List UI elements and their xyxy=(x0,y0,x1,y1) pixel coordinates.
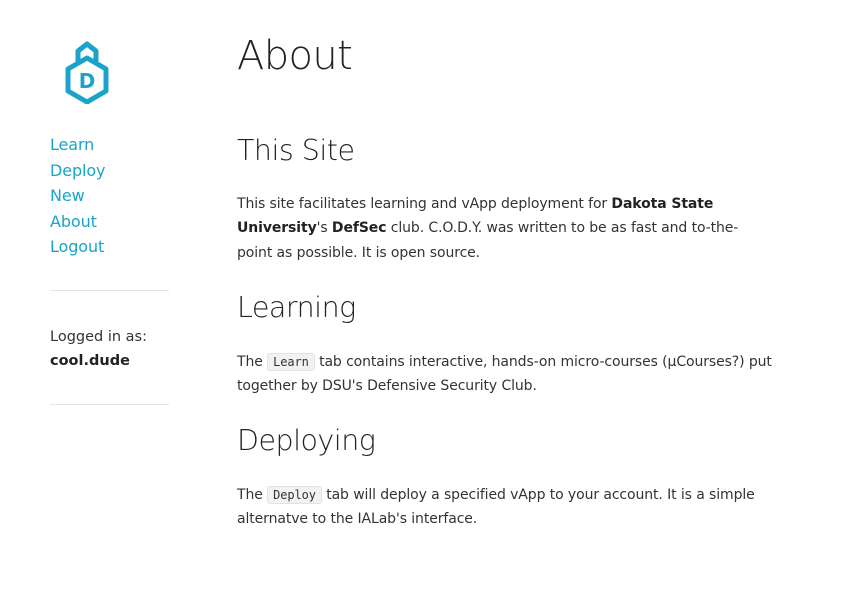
sidebar-item-logout: Logout xyxy=(50,236,105,262)
page: D Learn Deploy New About Logout Logged i… xyxy=(0,0,842,589)
section-heading-this-site: This Site xyxy=(237,134,355,167)
code-learn: Learn xyxy=(267,353,315,371)
dsu-shield-logo-icon[interactable]: D xyxy=(64,38,110,104)
text-fragment: The xyxy=(237,354,268,370)
code-deploy: Deploy xyxy=(267,486,322,504)
nav-link-about[interactable]: About xyxy=(50,212,97,231)
bold-club-name: DefSec xyxy=(331,220,387,237)
section-text-deploying: The Deploy tab will deploy a specified v… xyxy=(237,483,772,532)
sidebar-item-deploy: Deploy xyxy=(50,160,106,186)
logged-in-username: cool.dude xyxy=(50,353,130,369)
text-fragment: 's xyxy=(316,220,332,237)
text-fragment: The xyxy=(237,487,268,503)
text-fragment: This site facilitates learning and vApp … xyxy=(237,196,612,212)
text-fragment: tab contains interactive, hands-on micro… xyxy=(237,354,772,395)
sidebar-nav: Learn Deploy New About Logout xyxy=(50,134,106,262)
logo-letter: D xyxy=(79,69,96,93)
nav-link-deploy[interactable]: Deploy xyxy=(50,161,106,180)
nav-link-new[interactable]: New xyxy=(50,186,85,205)
sidebar-divider-top xyxy=(50,290,169,291)
section-text-this-site: This site facilitates learning and vApp … xyxy=(237,192,772,265)
sidebar-item-learn: Learn xyxy=(50,134,105,160)
sidebar-divider-bottom xyxy=(50,404,169,405)
sidebar-item-about: About xyxy=(50,211,105,237)
section-heading-deploying: Deploying xyxy=(237,424,376,457)
nav-link-learn[interactable]: Learn xyxy=(50,135,94,154)
nav-link-logout[interactable]: Logout xyxy=(50,237,104,256)
section-text-learning: The Learn tab contains interactive, hand… xyxy=(237,350,772,399)
sidebar-item-new: New xyxy=(50,185,105,211)
page-title: About xyxy=(237,33,353,79)
logged-in-label: Logged in as: xyxy=(50,329,147,345)
section-heading-learning: Learning xyxy=(237,291,356,324)
sidebar: D Learn Deploy New About Logout Logged i… xyxy=(0,0,200,589)
